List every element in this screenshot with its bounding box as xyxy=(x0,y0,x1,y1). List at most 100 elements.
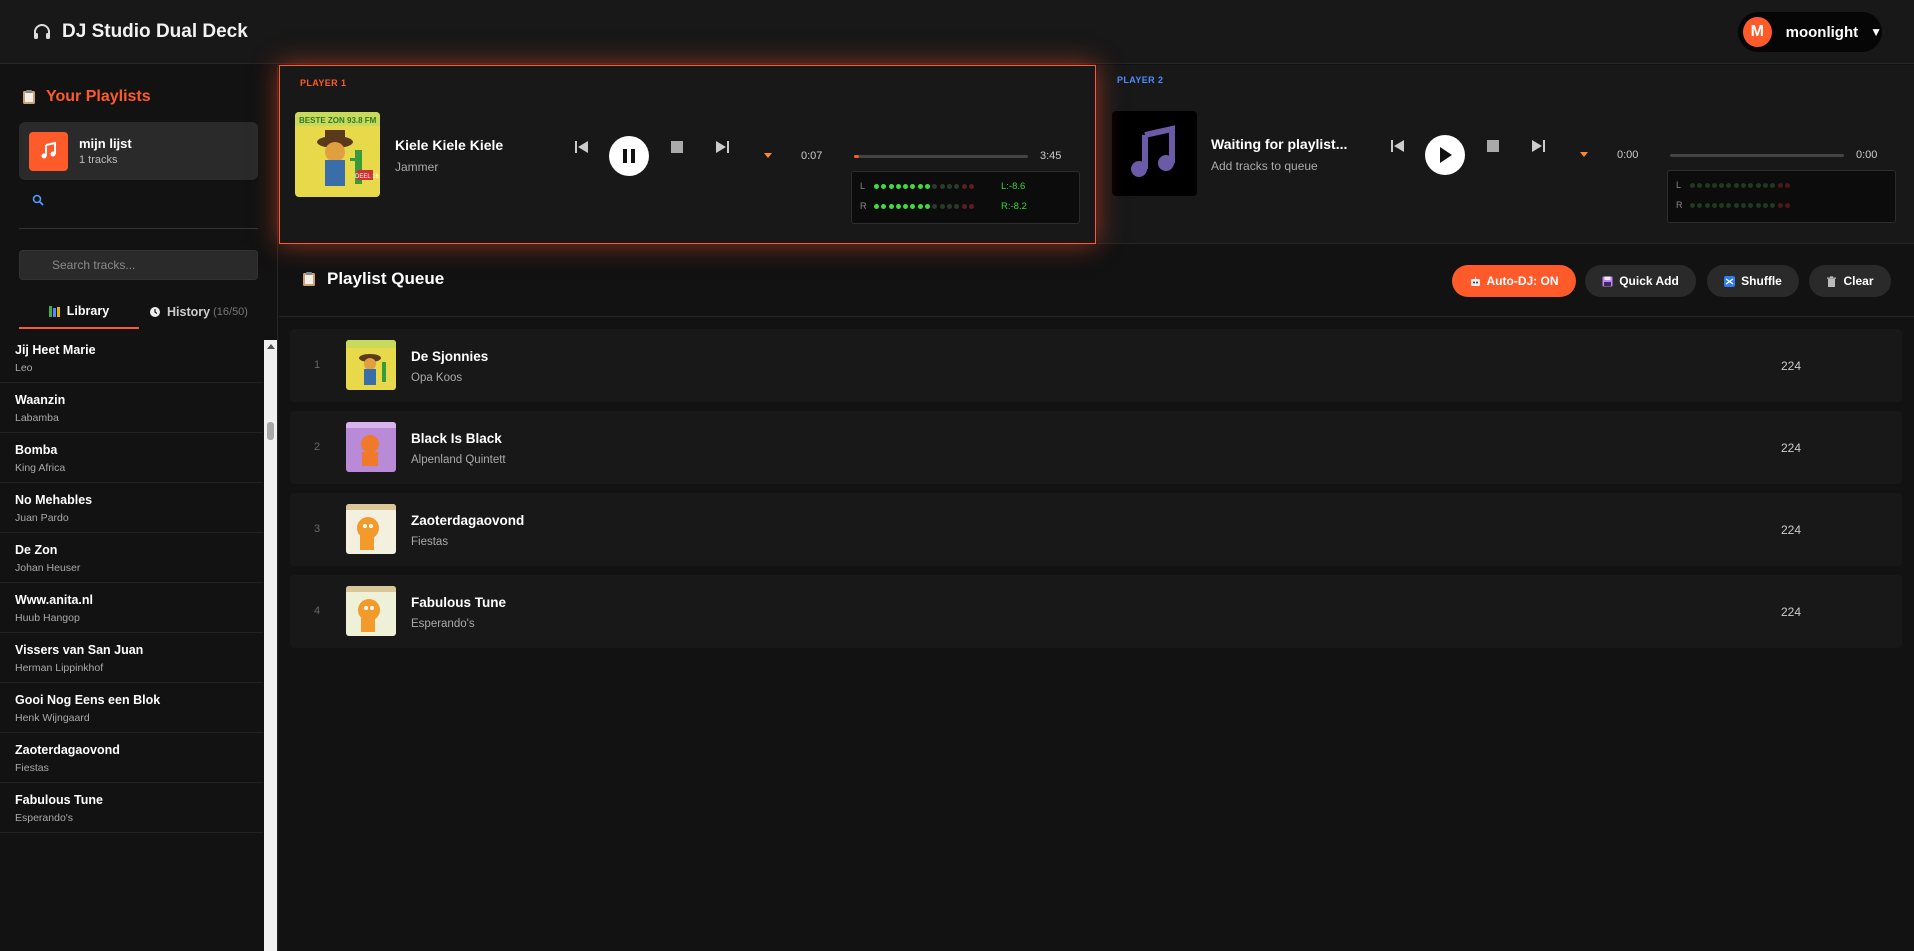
search-input[interactable] xyxy=(19,250,258,280)
playlist-item[interactable]: mijn lijst 1 tracks xyxy=(19,122,258,180)
vu-led xyxy=(917,183,923,189)
next-icon xyxy=(716,141,729,153)
vu-led xyxy=(895,203,901,209)
row-number: 1 xyxy=(314,359,321,371)
list-item[interactable]: De Zon Johan Heuser xyxy=(0,533,263,583)
quick-add-button[interactable]: Quick Add xyxy=(1585,265,1696,297)
album-art xyxy=(346,586,396,636)
shuffle-icon xyxy=(1724,275,1736,287)
track-title: Gooi Nog Eens een Blok xyxy=(15,693,161,707)
vu-led xyxy=(881,203,887,209)
clipboard-icon xyxy=(303,272,315,286)
previous-button[interactable] xyxy=(570,135,594,159)
player-1-artist: Jammer xyxy=(395,160,439,174)
player-1-progress-bar[interactable] xyxy=(854,155,1028,158)
table-row[interactable]: 3 Zaoterdagaovond Fiestas 224 xyxy=(290,493,1902,566)
vu-led xyxy=(1762,202,1768,208)
stop-button[interactable] xyxy=(1481,134,1505,158)
player-1-time-total: 3:45 xyxy=(1040,150,1062,162)
table-row[interactable]: 4 Fabulous Tune Esperando's 224 xyxy=(290,575,1902,648)
vu-led xyxy=(1762,182,1768,188)
cue-dropdown-caret[interactable] xyxy=(1580,152,1588,157)
clear-button[interactable]: Clear xyxy=(1809,265,1891,297)
next-button[interactable] xyxy=(1526,134,1550,158)
tab-history-count: (16/50) xyxy=(213,306,248,318)
vu-led xyxy=(1784,182,1790,188)
caret-down-icon: ▼ xyxy=(1870,25,1882,39)
vu-led xyxy=(874,183,879,189)
playlists-heading-text: Your Playlists xyxy=(46,88,151,105)
player-2-progress-bar[interactable] xyxy=(1670,154,1844,157)
vu-left-leds xyxy=(874,183,976,189)
list-item[interactable]: Bomba King Africa xyxy=(0,433,263,483)
shuffle-label: Shuffle xyxy=(1741,274,1782,288)
track-title: Bomba xyxy=(15,443,58,457)
scrollbar-thumb[interactable] xyxy=(267,422,274,440)
music-note-icon xyxy=(29,131,68,171)
cue-dropdown-caret[interactable] xyxy=(764,153,772,158)
previous-button[interactable] xyxy=(1386,134,1410,158)
list-item[interactable]: Jij Heet Marie Leo xyxy=(0,340,263,383)
next-button[interactable] xyxy=(710,135,734,159)
track-artist: Johan Heuser xyxy=(15,562,81,574)
track-title: Zaoterdagaovond xyxy=(15,743,120,757)
track-title: Waanzin xyxy=(15,393,66,407)
vu-led xyxy=(1755,202,1761,208)
vu-led xyxy=(1748,202,1754,208)
floppy-icon xyxy=(1602,276,1613,286)
books-icon xyxy=(48,306,60,317)
list-item[interactable]: Fabulous Tune Esperando's xyxy=(0,783,263,833)
play-button[interactable] xyxy=(1425,135,1465,175)
vu-led xyxy=(888,183,894,189)
vu-led xyxy=(939,203,945,209)
shuffle-button[interactable]: Shuffle xyxy=(1707,265,1799,297)
list-item[interactable]: Zaoterdagaovond Fiestas xyxy=(0,733,263,783)
vu-led xyxy=(946,203,952,209)
track-artist: Fiestas xyxy=(411,536,449,548)
track-artist: Esperando's xyxy=(15,812,74,824)
vu-led xyxy=(1784,202,1790,208)
table-row[interactable]: 2 Black Is Black Alpenland Quintett 224 xyxy=(290,411,1902,484)
album-art xyxy=(346,504,396,554)
tab-history[interactable]: History (16/50) xyxy=(139,295,258,329)
user-menu-button[interactable]: M moonlight ▼ xyxy=(1738,12,1882,52)
list-item[interactable]: Www.anita.nl Huub Hangop xyxy=(0,583,263,633)
library-scrollbar[interactable] xyxy=(264,340,277,951)
track-title: Black Is Black xyxy=(411,431,502,446)
track-title: Vissers van San Juan xyxy=(15,643,144,657)
vu-led xyxy=(917,203,923,209)
pause-button[interactable] xyxy=(609,136,649,176)
tab-history-label: History xyxy=(167,305,211,319)
vu-led xyxy=(910,183,916,189)
list-item[interactable]: Waanzin Labamba xyxy=(0,383,263,433)
vu-led xyxy=(925,203,931,209)
search-icon xyxy=(32,194,44,206)
list-item[interactable]: Gooi Nog Eens een Blok Henk Wijngaard xyxy=(0,683,263,733)
vu-led xyxy=(1697,182,1703,188)
vu-led xyxy=(1719,202,1725,208)
track-artist: Opa Koos xyxy=(411,372,463,384)
vu-led xyxy=(961,203,967,209)
robot-icon xyxy=(1470,276,1480,286)
track-duration: 224 xyxy=(1781,359,1802,373)
tab-library[interactable]: Library xyxy=(19,295,139,329)
library-tabs: Library History (16/50) xyxy=(19,295,258,329)
stop-button[interactable] xyxy=(665,135,689,159)
track-artist: Fiestas xyxy=(15,762,49,774)
next-icon xyxy=(1532,140,1545,152)
track-title: Www.anita.nl xyxy=(15,593,94,607)
player-2-vu-meter: L R xyxy=(1667,170,1896,223)
scroll-up-arrow-icon[interactable] xyxy=(267,344,275,349)
list-item[interactable]: Vissers van San Juan Herman Lippinkhof xyxy=(0,633,263,683)
auto-dj-button[interactable]: Auto-DJ: ON xyxy=(1452,265,1576,297)
vu-led xyxy=(968,203,974,209)
vu-led xyxy=(1733,182,1739,188)
vu-led xyxy=(1704,182,1710,188)
vu-led xyxy=(1770,202,1776,208)
table-row[interactable]: 1 De Sjonnies Opa Koos 224 xyxy=(290,329,1902,402)
vu-led xyxy=(932,183,938,189)
list-item[interactable]: No Mehables Juan Pardo xyxy=(0,483,263,533)
vu-led xyxy=(954,203,960,209)
clock-icon xyxy=(150,307,161,317)
player-1-time-current: 0:07 xyxy=(801,150,823,162)
